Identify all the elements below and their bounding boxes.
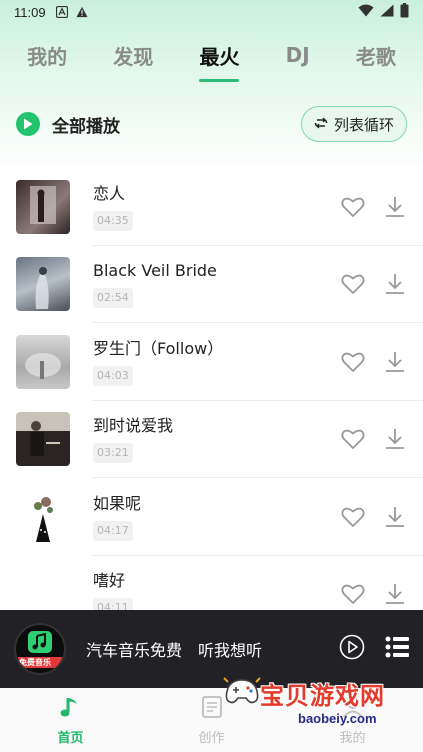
status-bar: 11:09 — [0, 0, 423, 24]
song-title: 恋人 — [93, 183, 126, 203]
play-all-button[interactable]: 全部播放 — [16, 112, 120, 137]
document-icon — [201, 695, 223, 723]
signal-icon — [380, 4, 394, 21]
tab-old-songs[interactable]: 老歌 — [352, 35, 400, 76]
play-icon — [16, 112, 40, 136]
song-list: 恋人 04:35 Black Veil Bride 02:54 罗生门（Foll… — [0, 168, 423, 633]
nav-home-label: 首页 — [57, 730, 84, 746]
loop-mode-label: 列表循环 — [333, 115, 394, 134]
heart-icon[interactable] — [341, 505, 365, 529]
download-icon[interactable] — [383, 505, 407, 529]
watermark: 宝贝游戏网 baobeiy.com — [223, 676, 408, 746]
song-duration: 02:54 — [93, 288, 133, 309]
album-cover — [16, 334, 70, 389]
song-duration: 04:17 — [93, 520, 133, 541]
album-cover — [16, 257, 70, 312]
song-duration: 04:35 — [93, 210, 133, 231]
download-icon[interactable] — [383, 427, 407, 451]
download-icon[interactable] — [383, 195, 407, 219]
playlist-icon[interactable] — [385, 636, 409, 662]
tab-hottest[interactable]: 最火 — [195, 35, 243, 82]
download-icon[interactable] — [383, 272, 407, 296]
status-time: 11:09 — [14, 4, 46, 20]
wifi-icon — [358, 4, 374, 21]
song-title: 到时说爱我 — [93, 416, 174, 436]
gamepad-icon — [223, 677, 261, 704]
heart-icon[interactable] — [341, 195, 365, 219]
nav-create-label: 创作 — [198, 730, 225, 746]
mini-player-title: 汽车音乐免费 听我想听 — [86, 641, 263, 660]
battery-icon — [400, 2, 409, 22]
loop-mode-button[interactable]: 列表循环 — [300, 106, 407, 142]
mini-player-cover: 免费音乐 — [14, 623, 66, 675]
album-cover — [16, 489, 70, 544]
heart-icon[interactable] — [341, 582, 365, 606]
song-duration: 03:21 — [93, 443, 133, 464]
song-row[interactable]: 到时说爱我 03:21 — [0, 401, 423, 479]
category-tabs: 我的 发现 最火 DJ 老歌 — [0, 30, 423, 82]
tab-dj[interactable]: DJ — [282, 37, 314, 73]
loop-icon — [314, 115, 328, 133]
heart-icon[interactable] — [341, 272, 365, 296]
download-icon[interactable] — [383, 582, 407, 606]
song-row[interactable]: 如果呢 04:17 — [0, 478, 423, 556]
song-row[interactable]: 罗生门（Follow） 04:03 — [0, 323, 423, 401]
tab-my[interactable]: 我的 — [23, 35, 71, 76]
tab-discover[interactable]: 发现 — [109, 35, 157, 76]
play-all-row: 全部播放 列表循环 — [0, 103, 423, 145]
play-all-label: 全部播放 — [52, 116, 120, 137]
song-title: 如果呢 — [93, 493, 142, 513]
a-notification-icon — [55, 6, 68, 18]
album-cover — [16, 179, 70, 234]
song-row[interactable]: 恋人 04:35 — [0, 168, 423, 246]
heart-icon[interactable] — [341, 427, 365, 451]
heart-icon[interactable] — [341, 350, 365, 374]
song-row[interactable]: Black Veil Bride 02:54 — [0, 246, 423, 324]
mini-cover-badge: 免费音乐 — [19, 658, 51, 667]
album-cover — [16, 412, 70, 467]
watermark-url: baobeiy.com — [298, 711, 377, 726]
song-duration: 04:03 — [93, 365, 133, 386]
download-icon[interactable] — [383, 350, 407, 374]
song-title: 嗜好 — [93, 571, 126, 591]
play-button-icon[interactable] — [339, 634, 365, 664]
song-title: 罗生门（Follow） — [93, 338, 224, 358]
nav-home[interactable]: 首页 — [0, 695, 141, 746]
music-note-icon — [59, 695, 83, 723]
warning-icon — [76, 6, 88, 18]
watermark-text: 宝贝游戏网 — [260, 682, 385, 710]
song-title: Black Veil Bride — [93, 261, 217, 281]
